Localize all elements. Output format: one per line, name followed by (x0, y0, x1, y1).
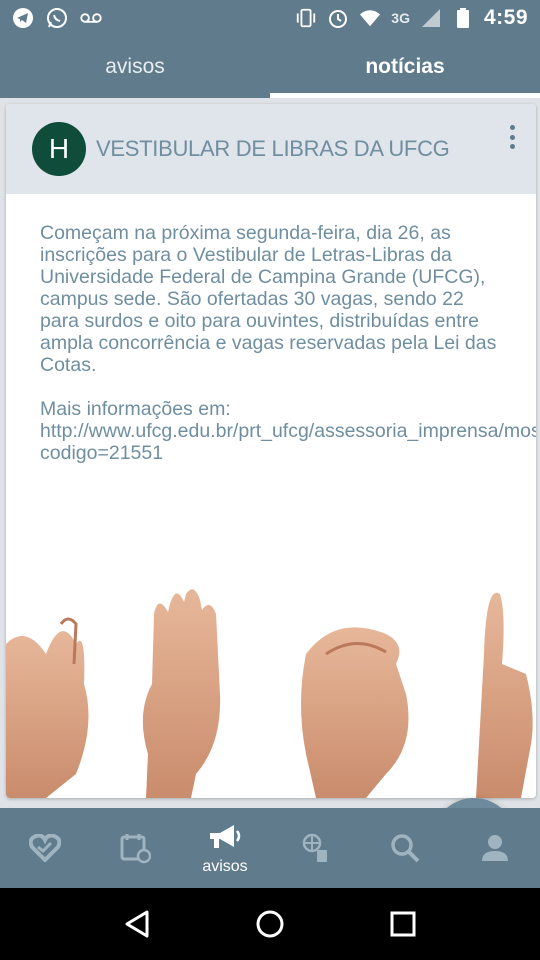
whatsapp-icon (46, 7, 68, 29)
sign-language-image (6, 574, 536, 798)
voicemail-icon (80, 7, 102, 29)
alarm-icon (327, 7, 349, 29)
card-link-paragraph[interactable]: Mais informações em: http://www.ufcg.edu… (40, 398, 536, 464)
nav-profile[interactable] (450, 808, 540, 888)
tab-noticias[interactable]: notícias (270, 36, 540, 98)
card-title: VESTIBULAR DE LIBRAS DA UFCG (96, 136, 450, 161)
news-card[interactable]: H VESTIBULAR DE LIBRAS DA UFCG Começam n… (6, 104, 536, 798)
battery-icon (452, 7, 474, 29)
nav-avisos[interactable]: avisos (180, 808, 270, 888)
back-button[interactable] (117, 904, 157, 944)
nav-search[interactable] (360, 808, 450, 888)
card-body: Começam na próxima segunda-feira, dia 26… (6, 194, 536, 464)
status-bar: 3G 4:59 (0, 0, 540, 36)
nav-heart[interactable] (0, 808, 90, 888)
megaphone-icon (208, 820, 242, 854)
android-nav-bar (0, 888, 540, 960)
search-icon (388, 831, 422, 865)
calendar-icon (118, 831, 152, 865)
recents-button[interactable] (383, 904, 423, 944)
bottom-nav: avisos (0, 808, 540, 888)
heart-icon (28, 831, 62, 865)
wifi-icon (359, 7, 381, 29)
avatar: H (32, 122, 86, 176)
nav-network[interactable] (270, 808, 360, 888)
home-button[interactable] (250, 904, 290, 944)
network-type: 3G (391, 10, 410, 26)
signal-icon (420, 7, 442, 29)
telegram-icon (12, 7, 34, 29)
card-paragraph: Começam na próxima segunda-feira, dia 26… (40, 222, 497, 376)
person-icon (478, 831, 512, 865)
more-options-icon[interactable] (502, 122, 522, 152)
news-feed[interactable]: H VESTIBULAR DE LIBRAS DA UFCG Começam n… (0, 98, 540, 882)
vibrate-icon (295, 7, 317, 29)
clock: 4:59 (483, 6, 528, 29)
card-header: H VESTIBULAR DE LIBRAS DA UFCG (6, 104, 536, 194)
top-tab-bar: avisos notícias (0, 36, 540, 98)
network-icon (298, 831, 332, 865)
nav-calendar[interactable] (90, 808, 180, 888)
nav-label-avisos: avisos (202, 858, 248, 875)
tab-avisos[interactable]: avisos (0, 36, 270, 98)
